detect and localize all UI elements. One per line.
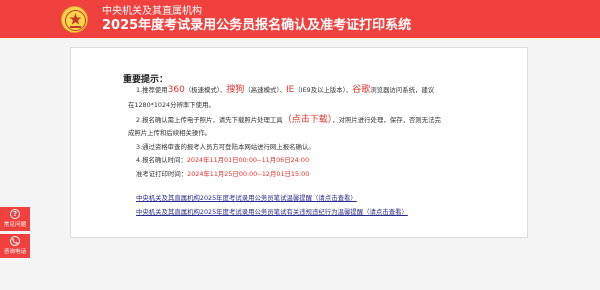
- question-icon: ?: [10, 209, 20, 219]
- org-name: 中央机关及其直属机构: [102, 6, 202, 17]
- item2-prefix: 2.报名确认需上传电子照片，请先下载照片处理工具: [136, 116, 283, 124]
- phone-icon: [10, 236, 20, 246]
- faq-button[interactable]: ? 常见问题: [0, 207, 30, 231]
- confirm-time-value: 2024年11月01日00:00--11月06日24:00: [186, 156, 310, 164]
- violation-reminder-link[interactable]: 中央机关及其直属机构2025年度考试录用公务员笔试有关违规违纪行为温馨提醒（请点…: [136, 208, 408, 217]
- top-header: 中央机关及其直属机构 2025年度考试录用公务员报名确认及准考证打印系统: [0, 0, 600, 38]
- notice-heading: 重要提示：: [123, 75, 169, 85]
- print-time-label: 准考证打印时间：: [136, 170, 188, 178]
- download-tool-link[interactable]: （点击下载）: [283, 115, 333, 125]
- item1-text3: （IE9及以上版本）、: [294, 86, 353, 94]
- item1-prefix: 1.推荐使用: [136, 86, 168, 94]
- browser-360: 360: [167, 85, 185, 95]
- browser-sogou: 搜狗: [226, 85, 245, 95]
- system-title: 2025年度考试录用公务员报名确认及准考证打印系统: [102, 18, 412, 33]
- browser-chrome: 谷歌: [352, 85, 371, 95]
- exam-reminder-link[interactable]: 中央机关及其直属机构2025年度考试录用公务员笔试温馨提醒（请点击查看）: [136, 194, 357, 203]
- notice-item-4: 4.报名确认时间：2024年11月01日00:00--11月06日24:00: [136, 156, 309, 165]
- print-time-value: 2024年11月25日00:00--12月01日15:00: [187, 170, 310, 178]
- notice-item-2-line2: 成照片上传和后续相关操作。: [128, 129, 212, 137]
- item2-suffix: ，对照片进行处理，保存，否则无法完: [332, 116, 441, 124]
- notice-item-1: 1.推荐使用360（极速模式）、搜狗（高速模式）、IE（IE9及以上版本）、谷歌…: [136, 86, 434, 95]
- national-emblem-logo: [61, 6, 88, 33]
- item1-text4: 浏览器访问系统，建议: [370, 86, 435, 94]
- confirm-time-label: 4.报名确认时间：: [136, 156, 187, 164]
- notice-item-1-line2: 在1280*1024分辨率下使用。: [128, 101, 215, 109]
- phone-label: 咨询电话: [3, 249, 27, 255]
- notice-item-3: 3.通过资格审查的报考人员方可登陆本网站进行网上报名确认。: [136, 143, 315, 151]
- faq-label: 常见问题: [3, 222, 27, 228]
- item1-text1: （极速模式）、: [184, 86, 227, 94]
- notice-panel: 重要提示： 1.推荐使用360（极速模式）、搜狗（高速模式）、IE（IE9及以上…: [70, 47, 528, 238]
- notice-item-2: 2.报名确认需上传电子照片，请先下载照片处理工具（点击下载），对照片进行处理，保…: [136, 116, 441, 125]
- notice-item-5: 准考证打印时间：2024年11月25日00:00--12月01日15:00: [136, 170, 309, 179]
- phone-button[interactable]: 咨询电话: [0, 234, 30, 258]
- item1-text2: （高速模式）、: [244, 86, 286, 94]
